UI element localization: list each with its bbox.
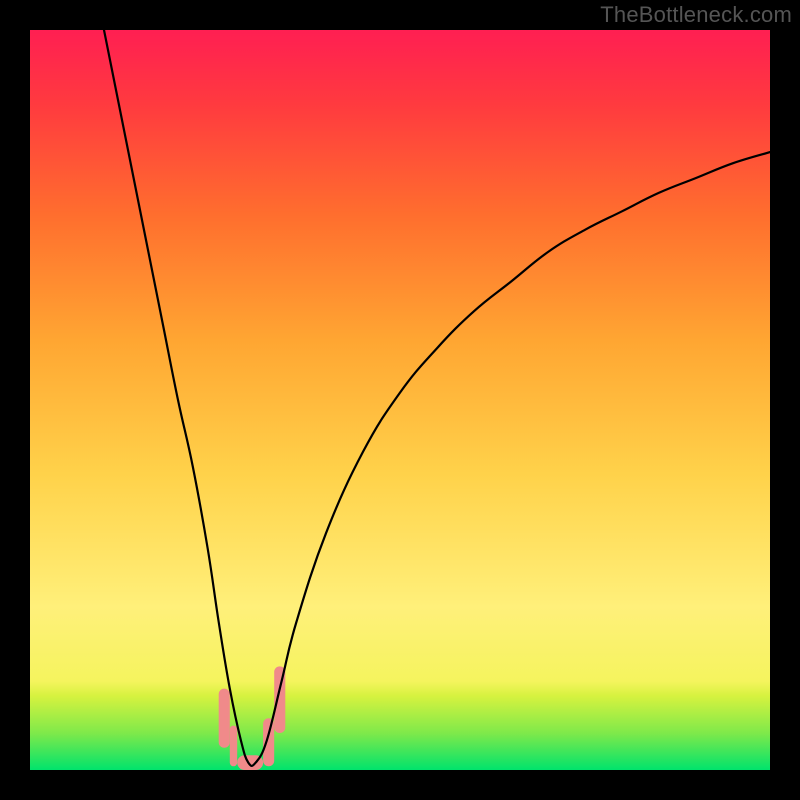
- severity-gradient-background: [30, 30, 770, 770]
- plot-area: [30, 30, 770, 770]
- watermark-text: TheBottleneck.com: [600, 2, 792, 28]
- chart-container: TheBottleneck.com: [0, 0, 800, 800]
